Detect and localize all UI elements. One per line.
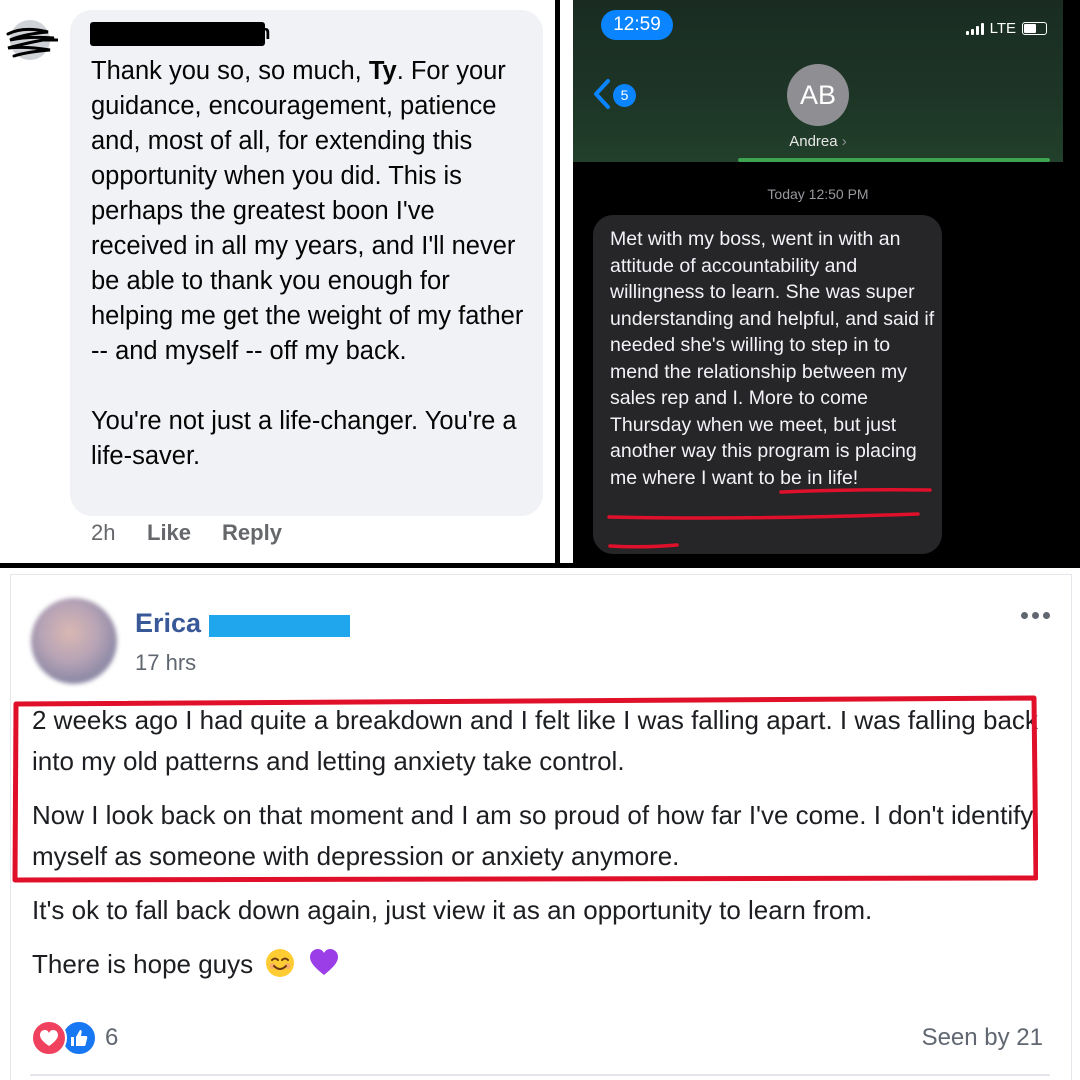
post-paragraph-1: 2 weeks ago I had quite a breakdown and … xyxy=(32,705,1038,776)
reply-button[interactable]: Reply xyxy=(222,520,282,546)
status-bar-indicators: LTE xyxy=(965,20,1047,37)
back-chevron-icon[interactable] xyxy=(591,78,613,110)
facebook-comment-panel: on Thank you so, so much, Ty. For your g… xyxy=(0,0,555,565)
imessage-panel: 12:59 LTE 5 AB Andrea › Today 12:50 PM M… xyxy=(573,0,1063,565)
like-button[interactable]: Like xyxy=(147,520,191,546)
message-date-label: Today 12:50 PM xyxy=(767,186,869,202)
post-paragraph-3: It's ok to fall back down again, just vi… xyxy=(32,895,873,925)
reactions-summary[interactable]: 6 xyxy=(31,1020,118,1056)
chevron-right-icon: › xyxy=(841,133,847,150)
redacted-avatar-icon xyxy=(6,20,58,60)
blurred-avatar[interactable] xyxy=(31,598,117,684)
post-closing-text: There is hope guys xyxy=(32,949,254,979)
smiling-face-icon xyxy=(266,949,295,977)
mentioned-name[interactable]: Ty xyxy=(369,57,397,85)
facebook-post-panel: Erica 17 hrs 2 weeks ago I had quite a b… xyxy=(0,568,1080,1080)
comment-text-start: Thank you so, so much, xyxy=(91,57,369,85)
vertical-divider xyxy=(555,0,573,568)
battery-icon xyxy=(1022,22,1047,35)
header-accent-line xyxy=(738,158,1050,162)
contact-avatar[interactable]: AB xyxy=(787,64,849,126)
love-reaction-icon xyxy=(31,1020,67,1056)
post-timestamp[interactable]: 17 hrs xyxy=(135,650,196,676)
status-bar-clock: 12:59 xyxy=(601,10,673,40)
post-body: 2 weeks ago I had quite a breakdown and … xyxy=(32,700,1042,998)
redacted-last-name xyxy=(209,615,350,637)
comment-closing-paragraph: You're not just a life-changer. You're a… xyxy=(91,407,517,470)
comment-timestamp[interactable]: 2h xyxy=(91,520,147,546)
comment-text: Thank you so, so much, Ty. For your guid… xyxy=(91,54,531,474)
purple-heart-icon xyxy=(309,949,338,975)
seen-by-count[interactable]: Seen by 21 xyxy=(922,1024,1043,1052)
comment-actions: 2h Like Reply xyxy=(91,520,313,546)
more-options-icon[interactable] xyxy=(1021,612,1050,619)
comment-text-rest: . For your guidance, encouragement, pati… xyxy=(91,57,524,365)
reaction-count: 6 xyxy=(105,1024,119,1051)
post-footer-divider xyxy=(30,1074,1050,1076)
author-name-fragment: on xyxy=(246,22,271,44)
contact-name-text: Andrea xyxy=(789,133,838,150)
post-paragraph-4: There is hope guys xyxy=(32,944,1042,985)
network-label: LTE xyxy=(989,20,1016,37)
post-paragraph-2: Now I look back on that moment and I am … xyxy=(32,800,1034,871)
signal-bars-icon xyxy=(965,22,984,35)
contact-name[interactable]: Andrea › xyxy=(573,133,1063,150)
unread-count-badge[interactable]: 5 xyxy=(613,84,636,107)
redacted-author-name xyxy=(90,22,265,46)
message-text: Met with my boss, went in with an attitu… xyxy=(610,228,935,489)
post-author-name[interactable]: Erica xyxy=(135,608,201,639)
